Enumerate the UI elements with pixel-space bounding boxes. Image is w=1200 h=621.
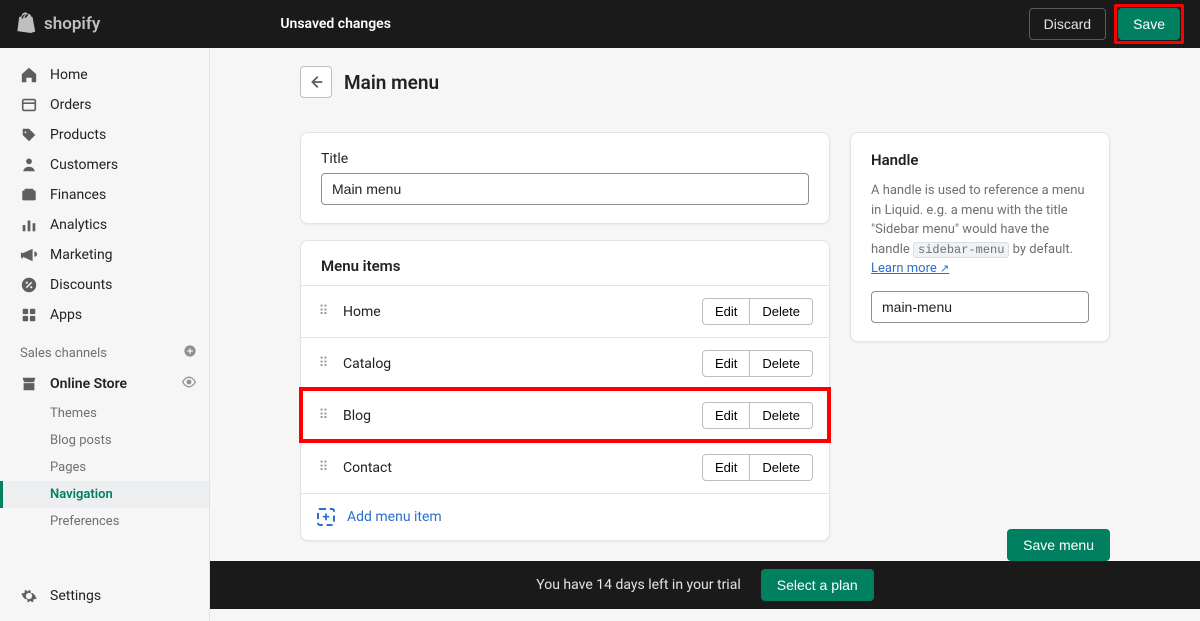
drag-handle-icon[interactable]: ⠿	[317, 408, 331, 423]
analytics-icon	[20, 216, 38, 234]
sidebar-item-home[interactable]: Home	[0, 60, 209, 90]
sidebar-item-finances[interactable]: Finances	[0, 180, 209, 210]
title-label: Title	[321, 151, 809, 167]
trial-text: You have 14 days left in your trial	[536, 577, 740, 593]
menu-item-label: Home	[343, 304, 690, 320]
discounts-icon	[20, 276, 38, 294]
sidebar-item-discounts[interactable]: Discounts	[0, 270, 209, 300]
sales-channels-header: Sales channels	[0, 330, 209, 368]
sidebar-sub-preferences[interactable]: Preferences	[0, 508, 209, 535]
sidebar-item-label: Home	[50, 67, 88, 83]
delete-button[interactable]: Delete	[750, 454, 813, 481]
save-menu-button[interactable]: Save menu	[1007, 529, 1110, 561]
brand-logo: shopify	[16, 11, 100, 38]
sidebar-sub-navigation[interactable]: Navigation	[0, 481, 209, 508]
sidebar-item-label: Products	[50, 127, 106, 143]
arrow-left-icon	[307, 73, 325, 91]
delete-button[interactable]: Delete	[750, 402, 813, 429]
topbar-status: Unsaved changes	[280, 16, 391, 32]
sidebar-item-customers[interactable]: Customers	[0, 150, 209, 180]
sidebar-item-label: Orders	[50, 97, 92, 113]
select-plan-button[interactable]: Select a plan	[761, 569, 874, 601]
add-menu-item-label: Add menu item	[347, 509, 442, 525]
shopify-bag-icon	[16, 11, 38, 38]
sidebar-item-label: Finances	[50, 187, 106, 203]
edit-button[interactable]: Edit	[702, 350, 750, 377]
handle-code-example: sidebar-menu	[913, 242, 1009, 258]
menu-item-row-highlighted: ⠿ Blog Edit Delete	[301, 389, 829, 441]
sidebar-item-products[interactable]: Products	[0, 120, 209, 150]
sidebar-item-settings[interactable]: Settings	[0, 577, 209, 621]
trial-bar: You have 14 days left in your trial Sele…	[210, 561, 1200, 609]
sidebar-sub-themes[interactable]: Themes	[0, 400, 209, 427]
sidebar-item-online-store[interactable]: Online Store	[0, 368, 209, 400]
add-menu-item-button[interactable]: + Add menu item	[301, 493, 829, 540]
marketing-icon	[20, 246, 38, 264]
sidebar: Home Orders Products Customers Finances …	[0, 48, 210, 621]
save-button[interactable]: Save	[1118, 8, 1180, 40]
back-button[interactable]	[300, 66, 332, 98]
handle-heading: Handle	[871, 151, 1089, 169]
edit-button[interactable]: Edit	[702, 402, 750, 429]
home-icon	[20, 66, 38, 84]
add-icon: +	[317, 508, 335, 526]
sidebar-item-marketing[interactable]: Marketing	[0, 240, 209, 270]
handle-card: Handle A handle is used to reference a m…	[850, 132, 1110, 342]
view-store-icon[interactable]	[181, 374, 197, 394]
edit-button[interactable]: Edit	[702, 454, 750, 481]
sidebar-item-label: Analytics	[50, 217, 107, 233]
menu-items-heading: Menu items	[301, 241, 829, 285]
title-input[interactable]	[321, 173, 809, 205]
main-content: Main menu Title Menu items ⠿ Home Edit D…	[210, 48, 1200, 621]
sidebar-item-analytics[interactable]: Analytics	[0, 210, 209, 240]
sales-channels-label: Sales channels	[20, 346, 107, 361]
drag-handle-icon[interactable]: ⠿	[317, 460, 331, 475]
menu-item-label: Contact	[343, 460, 690, 476]
sidebar-item-label: Online Store	[50, 376, 127, 392]
delete-button[interactable]: Delete	[750, 350, 813, 377]
sidebar-item-label: Customers	[50, 157, 118, 173]
products-icon	[20, 126, 38, 144]
finances-icon	[20, 186, 38, 204]
menu-item-label: Catalog	[343, 356, 690, 372]
external-link-icon: ↗	[940, 262, 949, 275]
handle-description: A handle is used to reference a menu in …	[871, 181, 1089, 279]
title-card: Title	[300, 132, 830, 224]
apps-icon	[20, 306, 38, 324]
learn-more-link[interactable]: Learn more ↗	[871, 261, 949, 276]
online-store-icon	[20, 375, 38, 393]
sidebar-item-label: Marketing	[50, 247, 113, 263]
orders-icon	[20, 96, 38, 114]
menu-items-card: Menu items ⠿ Home Edit Delete ⠿ Catalog	[300, 240, 830, 541]
sidebar-sub-blog-posts[interactable]: Blog posts	[0, 427, 209, 454]
save-highlight-box: Save	[1114, 4, 1184, 44]
discard-button[interactable]: Discard	[1029, 8, 1106, 40]
menu-item-row: ⠿ Contact Edit Delete	[301, 441, 829, 493]
customers-icon	[20, 156, 38, 174]
menu-item-label: Blog	[343, 408, 690, 424]
sidebar-item-label: Discounts	[50, 277, 112, 293]
sidebar-item-orders[interactable]: Orders	[0, 90, 209, 120]
menu-item-row: ⠿ Catalog Edit Delete	[301, 337, 829, 389]
brand-text: shopify	[44, 14, 100, 34]
topbar: shopify Unsaved changes Discard Save	[0, 0, 1200, 48]
delete-button[interactable]: Delete	[750, 298, 813, 325]
sidebar-sub-pages[interactable]: Pages	[0, 454, 209, 481]
edit-button[interactable]: Edit	[702, 298, 750, 325]
menu-item-row: ⠿ Home Edit Delete	[301, 285, 829, 337]
sidebar-item-label: Apps	[50, 307, 82, 323]
gear-icon	[20, 587, 38, 605]
page-title: Main menu	[344, 71, 439, 94]
handle-input[interactable]	[871, 291, 1089, 323]
sidebar-item-apps[interactable]: Apps	[0, 300, 209, 330]
drag-handle-icon[interactable]: ⠿	[317, 356, 331, 371]
drag-handle-icon[interactable]: ⠿	[317, 304, 331, 319]
settings-label: Settings	[50, 588, 101, 604]
add-channel-icon[interactable]	[183, 344, 197, 362]
